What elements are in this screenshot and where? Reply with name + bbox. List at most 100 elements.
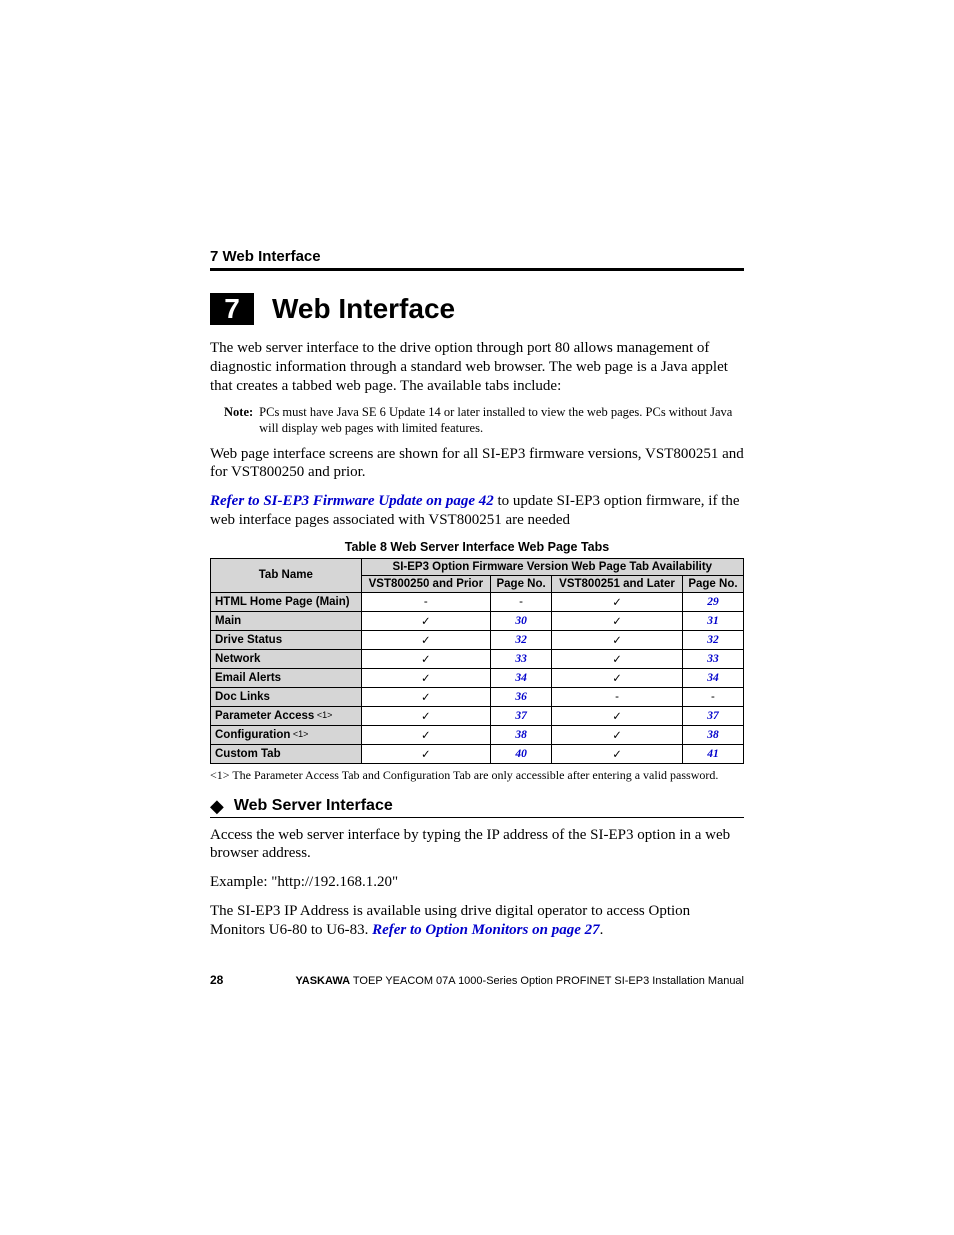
- avail-cell: -: [552, 687, 683, 706]
- table-row: Network✓33✓33: [211, 649, 744, 668]
- page-no-cell: -: [682, 687, 743, 706]
- page-ref-link[interactable]: 32: [707, 634, 719, 646]
- page-no-cell: 30: [491, 611, 552, 630]
- subsection-heading: Web Server Interface: [234, 797, 393, 815]
- sub-para3-b: .: [600, 922, 604, 938]
- page-no-cell: 33: [682, 649, 743, 668]
- check-icon: ✓: [612, 616, 622, 628]
- footer-brand: YASKAWA: [295, 975, 350, 987]
- page-number: 28: [210, 973, 223, 987]
- page-ref-link[interactable]: 38: [515, 729, 527, 741]
- avail-cell: ✓: [552, 668, 683, 687]
- page-no-cell: 41: [682, 744, 743, 763]
- page-no-cell: 36: [491, 687, 552, 706]
- avail-cell: ✓: [552, 611, 683, 630]
- page-no-cell: 32: [682, 630, 743, 649]
- row-name: Custom Tab: [211, 744, 362, 763]
- firmware-update-link[interactable]: Refer to SI-EP3 Firmware Update on page …: [210, 493, 494, 509]
- section-number: 7: [210, 293, 254, 325]
- page-no-cell: 33: [491, 649, 552, 668]
- paragraph-2: Web page interface screens are shown for…: [210, 445, 744, 483]
- paragraph-3: Refer to SI-EP3 Firmware Update on page …: [210, 492, 744, 530]
- th-col2: Page No.: [491, 575, 552, 592]
- superscript: <1>: [314, 710, 332, 720]
- avail-cell: ✓: [361, 687, 490, 706]
- page-ref-link[interactable]: 29: [707, 596, 719, 608]
- row-name: Network: [211, 649, 362, 668]
- footer-doc-title: TOEP YEACOM 07A 1000-Series Option PROFI…: [350, 975, 744, 987]
- page-ref-link[interactable]: 32: [515, 634, 527, 646]
- check-icon: ✓: [612, 673, 622, 685]
- sub-paragraph-1: Access the web server interface by typin…: [210, 826, 744, 864]
- section-heading: 7 Web Interface: [210, 293, 744, 325]
- page-ref-link[interactable]: 37: [707, 710, 719, 722]
- table-row: Email Alerts ✓ 34 ✓ 34: [211, 668, 744, 687]
- check-icon: ✓: [612, 749, 622, 761]
- note-block: Note: PCs must have Java SE 6 Update 14 …: [224, 405, 744, 436]
- diamond-icon: ◆: [210, 797, 224, 815]
- table-footnote: <1> The Parameter Access Tab and Configu…: [210, 768, 744, 783]
- table-row: HTML Home Page (Main)--✓29: [211, 592, 744, 611]
- note-text: PCs must have Java SE 6 Update 14 or lat…: [259, 405, 744, 436]
- page-ref-link[interactable]: 31: [707, 615, 719, 627]
- footer-doc: YASKAWA TOEP YEACOM 07A 1000-Series Opti…: [295, 975, 744, 987]
- page-ref-link[interactable]: 34: [515, 672, 527, 684]
- row-name: HTML Home Page (Main): [211, 592, 362, 611]
- avail-cell: ✓: [361, 630, 490, 649]
- avail-cell: ✓: [361, 706, 490, 725]
- avail-cell: ✓: [361, 668, 490, 687]
- page-ref-link[interactable]: 33: [707, 653, 719, 665]
- subsection-heading-row: ◆ Web Server Interface: [210, 797, 744, 818]
- page-ref-link[interactable]: 33: [515, 653, 527, 665]
- avail-cell: ✓: [552, 725, 683, 744]
- page-footer: 28 YASKAWA TOEP YEACOM 07A 1000-Series O…: [210, 973, 744, 987]
- th-col4: Page No.: [682, 575, 743, 592]
- th-col3: VST800251 and Later: [552, 575, 683, 592]
- row-name: Parameter Access <1>: [211, 706, 362, 725]
- check-icon: ✓: [421, 673, 431, 685]
- check-icon: ✓: [421, 635, 431, 647]
- avail-cell: ✓: [361, 649, 490, 668]
- page-ref-link[interactable]: 36: [515, 691, 527, 703]
- avail-cell: ✓: [552, 706, 683, 725]
- table-row: Parameter Access <1> ✓ 37 ✓ 37: [211, 706, 744, 725]
- page-no-cell: 38: [491, 725, 552, 744]
- row-name: Drive Status: [211, 630, 362, 649]
- page-ref-link[interactable]: 40: [515, 748, 527, 760]
- table-row: Configuration <1> ✓ 38 ✓ 38: [211, 725, 744, 744]
- avail-cell: ✓: [361, 725, 490, 744]
- superscript: <1>: [290, 729, 308, 739]
- page-no-cell: 34: [682, 668, 743, 687]
- intro-paragraph: The web server interface to the drive op…: [210, 339, 744, 395]
- page-ref-link[interactable]: 30: [515, 615, 527, 627]
- note-label: Note:: [224, 405, 259, 436]
- page-no-cell: 31: [682, 611, 743, 630]
- check-icon: ✓: [421, 692, 431, 704]
- check-icon: ✓: [612, 654, 622, 666]
- page-ref-link[interactable]: 34: [707, 672, 719, 684]
- row-name: Email Alerts: [211, 668, 362, 687]
- option-monitors-link[interactable]: Refer to Option Monitors on page 27: [372, 922, 600, 938]
- check-icon: ✓: [421, 711, 431, 723]
- sub-paragraph-2: Example: "http://192.168.1.20": [210, 873, 744, 892]
- page-ref-link[interactable]: 38: [707, 729, 719, 741]
- table-row: Main ✓ 30 ✓ 31: [211, 611, 744, 630]
- running-header: 7 Web Interface: [210, 248, 744, 271]
- table-row: Custom Tab✓40✓41: [211, 744, 744, 763]
- th-col1: VST800250 and Prior: [361, 575, 490, 592]
- check-icon: ✓: [421, 616, 431, 628]
- page-ref-link[interactable]: 37: [515, 710, 527, 722]
- check-icon: ✓: [421, 730, 431, 742]
- page-no-cell: 32: [491, 630, 552, 649]
- check-icon: ✓: [612, 711, 622, 723]
- avail-cell: ✓: [552, 592, 683, 611]
- page-no-cell: 34: [491, 668, 552, 687]
- page-ref-link[interactable]: 41: [707, 748, 719, 760]
- table-row: Drive Status✓32✓32: [211, 630, 744, 649]
- row-name: Main: [211, 611, 362, 630]
- page-no-cell: -: [491, 592, 552, 611]
- page-no-cell: 37: [682, 706, 743, 725]
- row-name: Configuration <1>: [211, 725, 362, 744]
- th-tab-name: Tab Name: [211, 558, 362, 592]
- page-no-cell: 37: [491, 706, 552, 725]
